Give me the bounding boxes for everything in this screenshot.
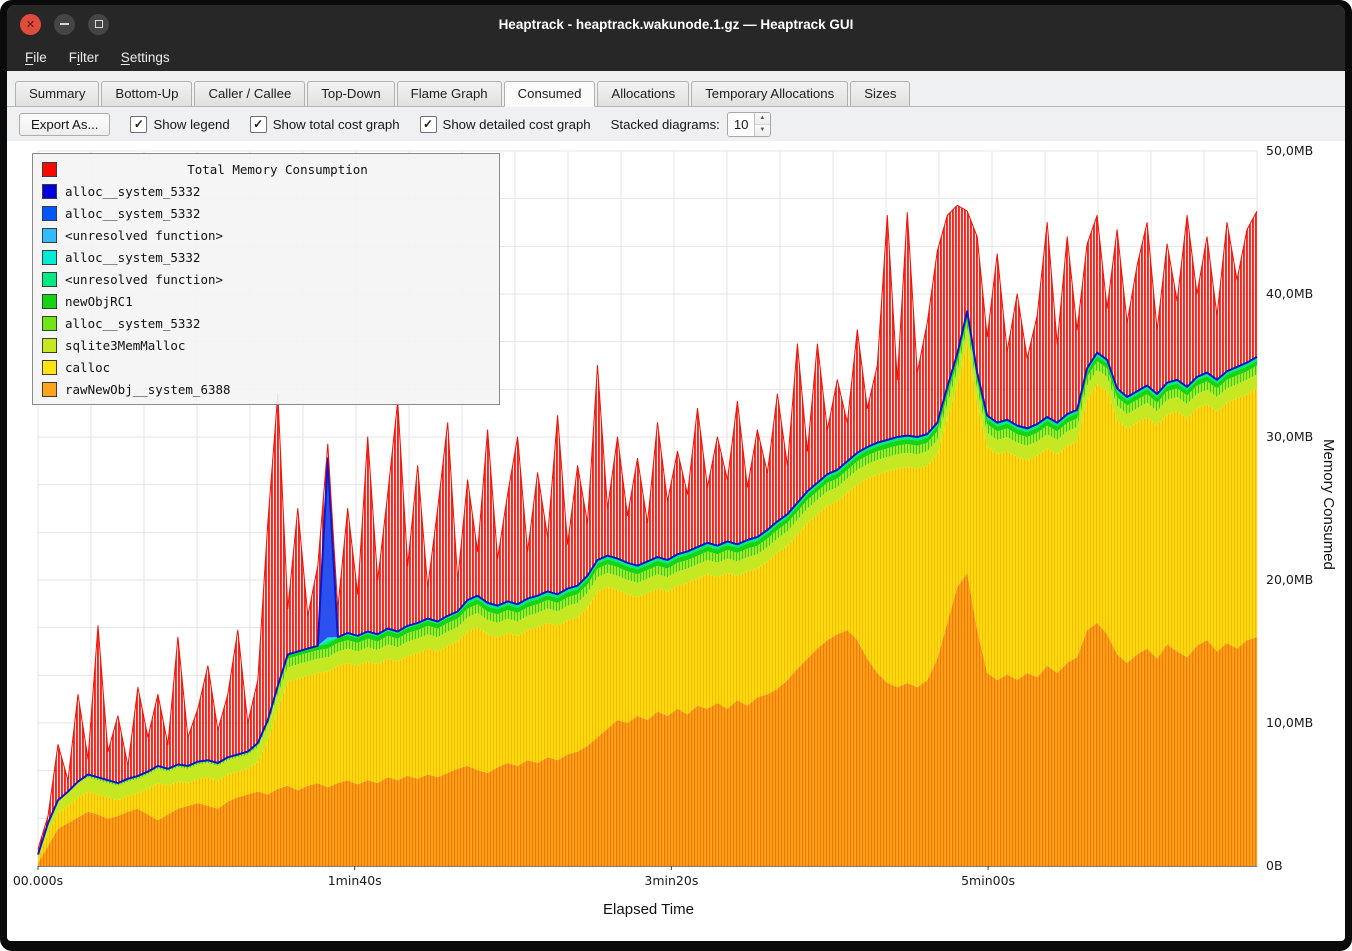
legend-swatch [42,206,57,221]
tab-top-down[interactable]: Top-Down [307,81,394,107]
stacked-diagrams-value: 10 [728,113,754,136]
stacked-diagrams-spinbox[interactable]: 10 ▲ ▼ [727,112,771,137]
legend-entry-4: alloc__system_5332 [38,246,494,268]
svg-text:40,0MB: 40,0MB [1266,286,1313,301]
checkbox-box[interactable]: ✓ [250,116,267,133]
legend-swatch [42,338,57,353]
legend-entry-10: rawNewObj__system_6388 [38,378,494,400]
legend-label: Total Memory Consumption [65,162,490,177]
tab-temporary-allocations[interactable]: Temporary Allocations [691,81,848,107]
legend-entry-5: <unresolved function> [38,268,494,290]
tab-sizes[interactable]: Sizes [850,81,910,107]
legend-entry-8: sqlite3MemMalloc [38,334,494,356]
legend-swatch [42,316,57,331]
legend-swatch [42,360,57,375]
window-controls: ✕ [20,5,109,43]
spin-up-button[interactable]: ▲ [755,113,770,125]
legend-label: calloc [65,360,110,375]
menu-filter[interactable]: Filter [59,47,109,68]
legend-entry-2: alloc__system_5332 [38,202,494,224]
maximize-icon [95,20,103,28]
svg-text:1min40s: 1min40s [328,873,382,888]
svg-text:20,0MB: 20,0MB [1266,572,1313,587]
titlebar[interactable]: ✕ Heaptrack - heaptrack.wakunode.1.gz — … [7,5,1345,43]
svg-text:00.000s: 00.000s [13,873,63,888]
minimize-button[interactable] [54,14,75,35]
tab-bottom-up[interactable]: Bottom-Up [101,81,192,107]
legend-entry-6: newObjRC1 [38,290,494,312]
svg-text:10,0MB: 10,0MB [1266,715,1313,730]
legend-entry-1: alloc__system_5332 [38,180,494,202]
legend-label: alloc__system_5332 [65,206,200,221]
legend-entry-7: alloc__system_5332 [38,312,494,334]
tab-consumed[interactable]: Consumed [504,81,596,107]
legend-swatch [42,184,57,199]
tab-summary[interactable]: Summary [15,81,99,107]
stacked-diagrams-label: Stacked diagrams: [611,117,720,132]
checkbox-box[interactable]: ✓ [130,116,147,133]
legend-swatch [42,228,57,243]
legend-swatch [42,250,57,265]
menu-settings[interactable]: Settings [111,47,180,68]
y-axis-title: Memory Consumed [1320,439,1337,570]
legend-label: sqlite3MemMalloc [65,338,185,353]
checkbox-show-total-cost-graph[interactable]: ✓ Show total cost graph [250,116,400,133]
tab-flame-graph[interactable]: Flame Graph [397,81,502,107]
svg-text:0B: 0B [1266,858,1283,873]
legend-label: newObjRC1 [65,294,133,309]
legend-entry-3: <unresolved function> [38,224,494,246]
svg-text:50,0MB: 50,0MB [1266,143,1313,158]
legend-label: <unresolved function> [65,228,223,243]
svg-text:3min20s: 3min20s [644,873,698,888]
maximize-button[interactable] [88,14,109,35]
legend-label: rawNewObj__system_6388 [65,382,231,397]
close-button[interactable]: ✕ [20,14,41,35]
app-frame: ✕ Heaptrack - heaptrack.wakunode.1.gz — … [7,5,1345,941]
legend-label: alloc__system_5332 [65,184,200,199]
legend-swatch [42,382,57,397]
legend-swatch [42,294,57,309]
legend-swatch [42,162,57,177]
checkbox-box[interactable]: ✓ [420,116,437,133]
checkbox-show-legend[interactable]: ✓ Show legend [130,116,229,133]
legend-label: <unresolved function> [65,272,223,287]
legend-title-row: Total Memory Consumption [38,158,494,180]
x-axis-title: Elapsed Time [7,901,1290,918]
memory-chart[interactable]: 0B 10,0MB 20,0MB 30,0MB 40,0MB 50,0MB 00.000s 1… [7,141,1345,941]
tab-caller-callee[interactable]: Caller / Callee [194,81,305,107]
checkbox-label: Show total cost graph [273,117,400,132]
minimize-icon [60,23,69,25]
svg-text:30,0MB: 30,0MB [1266,429,1313,444]
stacked-diagrams-group: Stacked diagrams: 10 ▲ ▼ [611,112,771,137]
legend-swatch [42,272,57,287]
legend-label: alloc__system_5332 [65,316,200,331]
spin-buttons: ▲ ▼ [754,113,770,136]
checkbox-show-detailed-cost-graph[interactable]: ✓ Show detailed cost graph [420,116,591,133]
menu-file[interactable]: File [15,47,57,68]
checkbox-label: Show legend [153,117,229,132]
tab-allocations[interactable]: Allocations [597,81,689,107]
menubar: FileFilterSettings [7,43,1345,71]
export-as-button[interactable]: Export As... [19,113,110,136]
tab-bar: SummaryBottom-UpCaller / CalleeTop-DownF… [7,71,1345,107]
legend-entry-9: calloc [38,356,494,378]
svg-text:5min00s: 5min00s [961,873,1015,888]
chart-legend: Total Memory Consumption alloc__system_53… [32,153,500,405]
toolbar: Export As... ✓ Show legend ✓ Show total cos… [7,107,1345,141]
spin-down-button[interactable]: ▼ [755,125,770,136]
checkbox-label: Show detailed cost graph [443,117,591,132]
legend-label: alloc__system_5332 [65,250,200,265]
window-title: Heaptrack - heaptrack.wakunode.1.gz — He… [499,17,854,32]
app-window: ✕ Heaptrack - heaptrack.wakunode.1.gz — … [0,0,1352,951]
